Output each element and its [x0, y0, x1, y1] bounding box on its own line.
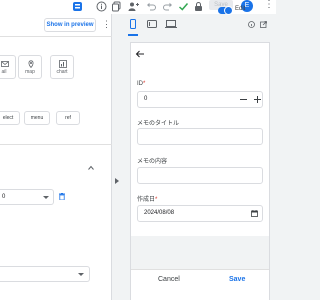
- tile-label: map: [25, 69, 35, 75]
- tile-map[interactable]: map: [18, 55, 42, 79]
- desktop-device-icon[interactable]: [165, 19, 177, 29]
- action-bar: [131, 269, 269, 300]
- panel-collapse-handle-icon[interactable]: [115, 178, 119, 184]
- tile-chart[interactable]: chart: [50, 55, 74, 79]
- info-icon[interactable]: [96, 1, 107, 12]
- date-value: 2024/08/08: [144, 210, 175, 216]
- tile-email[interactable]: ail: [0, 55, 16, 79]
- apps-script-icon[interactable]: [72, 1, 83, 12]
- chart-icon: [59, 60, 67, 68]
- mobile-preview-frame: ID* 0 メモのタイトル メモの内容 作成日* 2024/08/08 Canc…: [130, 42, 270, 300]
- id-value: 0: [144, 96, 148, 102]
- panel-more-vert-icon[interactable]: ⋮: [102, 19, 111, 30]
- secondary-select[interactable]: [0, 266, 90, 282]
- content-field-label: メモの内容: [137, 159, 168, 165]
- edit-label: Edit: [235, 6, 246, 12]
- lock-icon: [195, 2, 202, 11]
- required-asterisk: *: [155, 197, 158, 203]
- calendar-icon[interactable]: [251, 210, 258, 217]
- tile-label: chart: [56, 69, 68, 75]
- tablet-device-icon[interactable]: [147, 19, 157, 29]
- minus-icon[interactable]: [240, 99, 247, 100]
- memo-title-input[interactable]: [137, 128, 263, 145]
- id-field-label: ID*: [137, 81, 145, 87]
- map-pin-icon: [28, 60, 34, 68]
- value-select[interactable]: 0: [0, 189, 54, 205]
- delete-icon[interactable]: [59, 193, 65, 200]
- chip-select[interactable]: elect: [0, 111, 20, 125]
- chip-ref[interactable]: ref: [56, 111, 80, 125]
- id-number-input[interactable]: 0: [137, 91, 263, 108]
- toggle-knob: [224, 6, 233, 15]
- checkmark-icon: [179, 3, 189, 11]
- redo-icon[interactable]: [162, 1, 173, 12]
- select-value: 0: [2, 194, 6, 200]
- created-date-input[interactable]: 2024/08/08: [137, 205, 263, 222]
- cancel-button[interactable]: Cancel: [158, 276, 180, 283]
- email-icon: [1, 61, 9, 67]
- chevron-up-icon[interactable]: [88, 165, 94, 171]
- left-properties-panel: Show in preview ⋮ ail map chart elect me…: [0, 14, 112, 300]
- show-in-preview-button[interactable]: Show in preview: [44, 18, 96, 32]
- chip-menu[interactable]: menu: [24, 111, 50, 125]
- back-arrow-icon[interactable]: [135, 50, 145, 58]
- active-device-indicator: [128, 34, 138, 36]
- info-icon[interactable]: [248, 21, 255, 28]
- title-field-label: メモのタイトル: [137, 121, 180, 127]
- divider: [0, 144, 112, 145]
- tile-label: ail: [1, 69, 7, 75]
- phone-device-icon[interactable]: [130, 19, 136, 29]
- label-text: 作成日: [137, 197, 156, 203]
- edit-toggle[interactable]: [218, 6, 233, 15]
- undo-icon[interactable]: [146, 1, 157, 12]
- share-people-icon[interactable]: [128, 1, 139, 12]
- date-field-label: 作成日*: [137, 194, 157, 203]
- form-save-button[interactable]: Save: [229, 276, 245, 283]
- more-vert-icon[interactable]: ⋮: [264, 0, 274, 10]
- dropdown-caret-icon: [43, 196, 49, 199]
- plus-icon-vertical[interactable]: [257, 96, 258, 103]
- divider: [0, 36, 112, 37]
- form-footer-area: [131, 236, 269, 300]
- dropdown-caret-icon: [78, 273, 84, 276]
- required-asterisk: *: [143, 81, 146, 87]
- copy-icon[interactable]: [111, 1, 122, 12]
- memo-content-input[interactable]: [137, 167, 263, 184]
- open-in-new-icon[interactable]: [260, 21, 267, 28]
